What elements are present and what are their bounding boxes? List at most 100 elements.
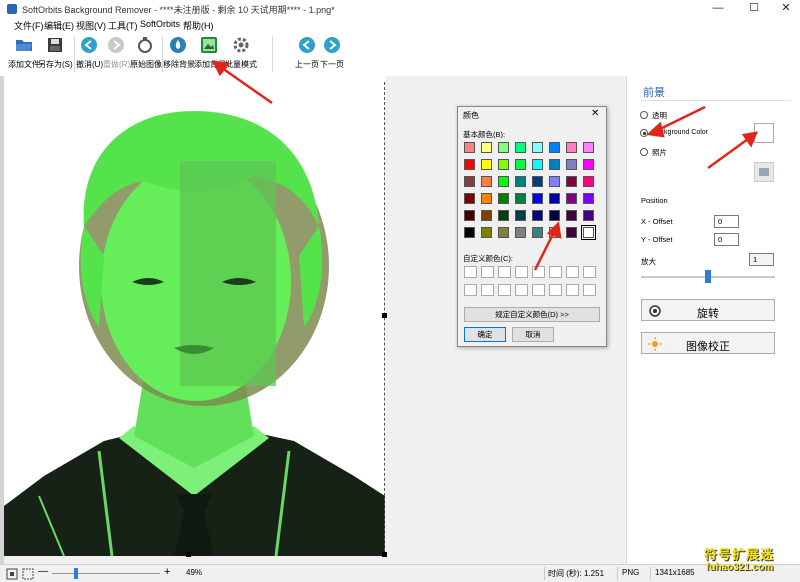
zoom-slider-track[interactable]	[52, 573, 160, 574]
color-swatch[interactable]	[583, 210, 594, 221]
color-swatch[interactable]	[566, 227, 577, 238]
custom-color-slot[interactable]	[498, 284, 511, 296]
redo-button[interactable]: 重做(R)	[103, 32, 130, 74]
color-swatch[interactable]	[515, 193, 526, 204]
color-swatch[interactable]	[498, 210, 509, 221]
color-swatch[interactable]	[464, 227, 475, 238]
close-button[interactable]: ✕	[770, 0, 800, 18]
custom-color-slot[interactable]	[481, 284, 494, 296]
color-swatch[interactable]	[532, 210, 543, 221]
minimize-button[interactable]: —	[702, 0, 734, 18]
resize-handle[interactable]	[186, 552, 191, 557]
zoom-slider-thumb[interactable]	[705, 270, 711, 283]
custom-color-slot[interactable]	[464, 266, 477, 278]
color-swatch[interactable]	[549, 227, 560, 238]
add-file-button[interactable]: 添加文件	[8, 32, 40, 74]
custom-color-slot[interactable]	[583, 284, 596, 296]
batch-mode-button[interactable]: 批量模式	[225, 32, 257, 74]
color-swatch[interactable]	[566, 159, 577, 170]
custom-color-slot[interactable]	[583, 266, 596, 278]
color-swatch[interactable]	[498, 227, 509, 238]
custom-color-slot[interactable]	[566, 284, 579, 296]
ok-button[interactable]: 确定	[464, 327, 506, 342]
menu-file[interactable]: 文件(F)	[14, 19, 44, 32]
color-swatch[interactable]	[515, 210, 526, 221]
color-swatch[interactable]	[515, 176, 526, 187]
color-swatch[interactable]	[532, 176, 543, 187]
color-swatch[interactable]	[464, 193, 475, 204]
menu-help[interactable]: 帮助(H)	[183, 19, 214, 32]
actual-size-icon[interactable]	[22, 568, 34, 580]
zoom-value-box[interactable]: 1	[749, 253, 774, 266]
color-swatch[interactable]	[481, 176, 492, 187]
resize-handle[interactable]	[382, 552, 387, 557]
menu-tools[interactable]: 工具(T)	[108, 19, 138, 32]
color-swatch[interactable]	[464, 142, 475, 153]
custom-color-slot[interactable]	[515, 284, 528, 296]
custom-color-slot[interactable]	[566, 266, 579, 278]
resize-handle[interactable]	[382, 313, 387, 318]
color-dialog-close-button[interactable]: ✕	[591, 108, 599, 119]
color-swatch[interactable]	[566, 176, 577, 187]
zoom-out-button[interactable]: —	[38, 566, 48, 577]
transparent-radio[interactable]	[640, 111, 648, 119]
save-as-button[interactable]: 另存为(S)	[38, 32, 73, 74]
photo-picker-button[interactable]	[754, 162, 774, 182]
menu-softorbits[interactable]: SoftOrbits	[140, 19, 180, 29]
custom-color-slot[interactable]	[532, 266, 545, 278]
next-page-button[interactable]: 下一页	[319, 32, 345, 74]
zoom-in-button[interactable]: +	[164, 566, 170, 578]
background-color-swatch[interactable]	[754, 123, 774, 143]
color-swatch[interactable]	[464, 159, 475, 170]
color-swatch[interactable]	[566, 193, 577, 204]
maximize-button[interactable]: ☐	[738, 0, 770, 18]
color-swatch[interactable]	[566, 210, 577, 221]
color-swatch[interactable]	[464, 176, 475, 187]
color-swatch[interactable]	[515, 159, 526, 170]
photo-radio[interactable]	[640, 148, 648, 156]
color-swatch[interactable]	[515, 142, 526, 153]
color-swatch[interactable]	[549, 159, 560, 170]
color-swatch[interactable]	[532, 227, 543, 238]
color-swatch[interactable]	[481, 193, 492, 204]
custom-color-slot[interactable]	[498, 266, 511, 278]
define-custom-colors-button[interactable]: 规定自定义颜色(D) >>	[464, 307, 600, 322]
color-swatch[interactable]	[549, 176, 560, 187]
color-swatch[interactable]	[464, 210, 475, 221]
rotate-button[interactable]: 旋转	[641, 299, 775, 321]
custom-color-slot[interactable]	[549, 284, 562, 296]
color-swatch[interactable]	[549, 142, 560, 153]
image-preview[interactable]	[4, 76, 385, 556]
original-image-button[interactable]: 原始图像	[130, 32, 162, 74]
undo-button[interactable]: 撤消(U)	[76, 32, 103, 74]
custom-color-slot[interactable]	[515, 266, 528, 278]
color-swatch[interactable]	[481, 210, 492, 221]
zoom-slider-thumb[interactable]	[73, 568, 78, 579]
image-correction-button[interactable]: 图像校正	[641, 332, 775, 354]
custom-color-slot[interactable]	[532, 284, 545, 296]
color-swatch[interactable]	[549, 193, 560, 204]
color-swatch[interactable]	[532, 159, 543, 170]
menu-edit[interactable]: 编辑(E)	[44, 19, 74, 32]
add-background-button[interactable]: 添加背景	[194, 32, 226, 74]
color-swatch[interactable]	[498, 193, 509, 204]
fit-window-icon[interactable]	[6, 568, 18, 580]
background-color-radio[interactable]	[640, 129, 648, 137]
custom-color-slot[interactable]	[481, 266, 494, 278]
custom-color-slot[interactable]	[549, 266, 562, 278]
color-swatch[interactable]	[566, 142, 577, 153]
color-swatch[interactable]	[581, 225, 596, 240]
remove-background-button[interactable]: 移除背景	[163, 32, 195, 74]
color-swatch[interactable]	[498, 142, 509, 153]
cancel-button[interactable]: 取消	[512, 327, 554, 342]
menu-view[interactable]: 视图(V)	[76, 19, 106, 32]
color-swatch[interactable]	[532, 193, 543, 204]
color-swatch[interactable]	[481, 159, 492, 170]
custom-color-slot[interactable]	[464, 284, 477, 296]
color-swatch[interactable]	[549, 210, 560, 221]
color-swatch[interactable]	[583, 176, 594, 187]
color-swatch[interactable]	[583, 142, 594, 153]
y-offset-input[interactable]: 0	[714, 233, 739, 246]
color-swatch[interactable]	[498, 159, 509, 170]
color-swatch[interactable]	[515, 227, 526, 238]
